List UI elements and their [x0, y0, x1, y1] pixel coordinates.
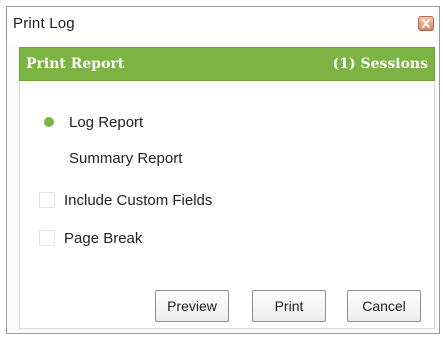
- print-button[interactable]: Print: [252, 290, 326, 322]
- include-custom-fields-label: Include Custom Fields: [64, 191, 213, 209]
- radio-selected-icon: [44, 117, 54, 127]
- print-log-dialog: Print Log Print Report (1) Sessions Log …: [6, 6, 440, 334]
- radio-summary-report[interactable]: Summary Report: [39, 147, 182, 169]
- page-break-label: Page Break: [64, 229, 143, 247]
- window-title: Print Log: [13, 15, 75, 32]
- checkbox-box: [39, 192, 55, 208]
- close-icon: [422, 19, 430, 28]
- checkbox-box: [39, 230, 55, 246]
- preview-button[interactable]: Preview: [155, 290, 229, 322]
- title-bar: Print Log: [7, 7, 439, 45]
- sessions-count: (1) Sessions: [332, 56, 428, 72]
- radio-summary-report-label: Summary Report: [69, 149, 183, 167]
- print-report-banner: Print Report (1) Sessions: [19, 47, 435, 81]
- banner-title: Print Report: [26, 56, 125, 72]
- radio-log-report[interactable]: Log Report: [39, 111, 143, 133]
- close-button[interactable]: [418, 16, 434, 31]
- radio-log-report-label: Log Report: [69, 113, 144, 131]
- radio-unselected-icon: [44, 153, 54, 163]
- cancel-button[interactable]: Cancel: [347, 290, 421, 322]
- checkbox-include-custom-fields[interactable]: Include Custom Fields: [39, 189, 212, 211]
- checkbox-page-break[interactable]: Page Break: [39, 227, 142, 249]
